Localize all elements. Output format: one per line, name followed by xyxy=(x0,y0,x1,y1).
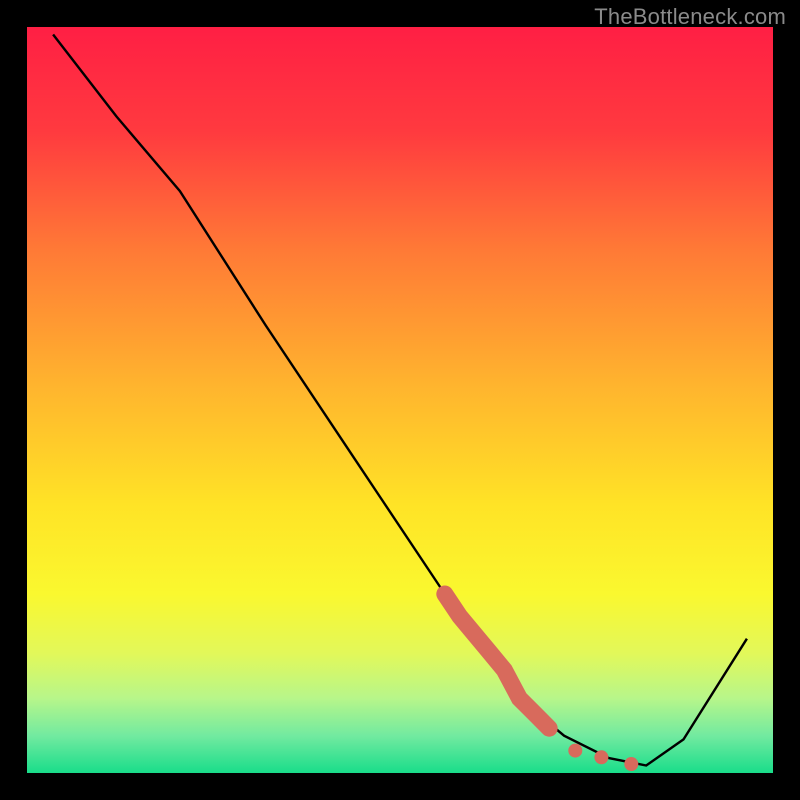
highlight-dot xyxy=(568,744,582,758)
watermark-text: TheBottleneck.com xyxy=(594,4,786,30)
bottleneck-chart xyxy=(0,0,800,800)
plot-background xyxy=(27,27,773,773)
highlight-dot xyxy=(624,757,638,771)
highlight-dot xyxy=(594,750,608,764)
